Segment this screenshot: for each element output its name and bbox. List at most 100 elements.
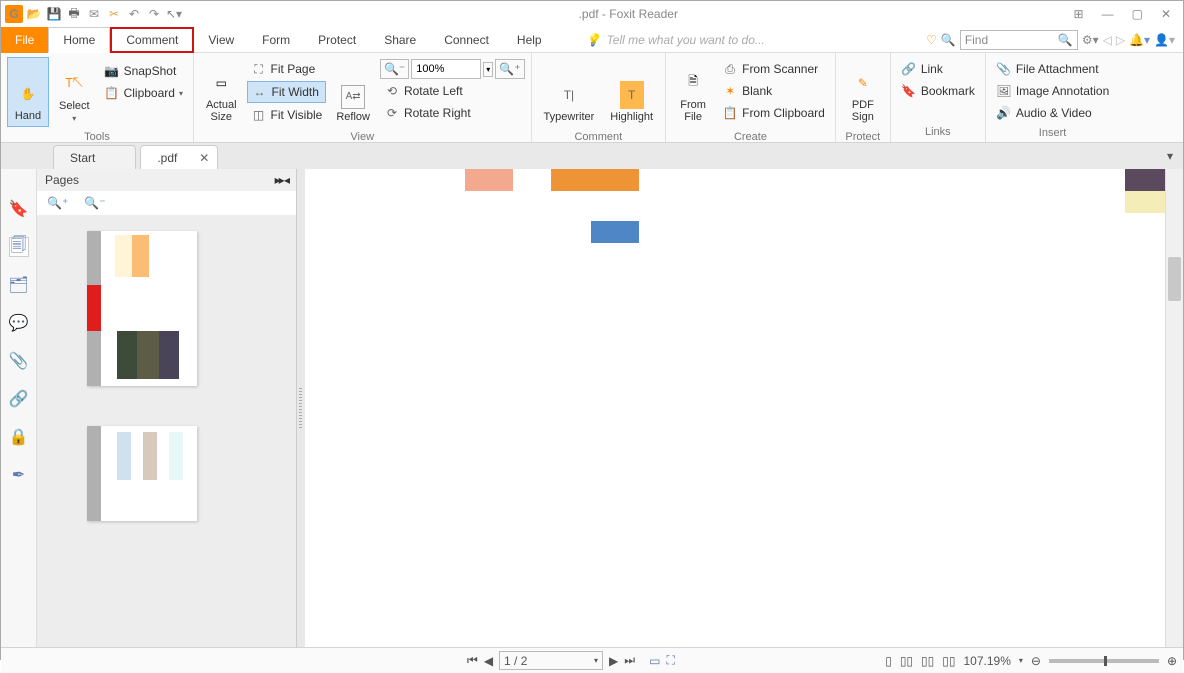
undo-icon[interactable]: ↶ [125,5,143,23]
rotate-left-button[interactable]: ⟲Rotate Left [380,81,525,101]
link-button[interactable]: 🔗Link [897,59,979,79]
find-input[interactable]: Find 🔍 [960,30,1078,50]
tab-form[interactable]: Form [248,27,304,53]
tab-file[interactable]: File [1,27,48,53]
page-thumbnail-1[interactable] [87,231,197,386]
zoom-slider-knob[interactable] [1104,656,1107,666]
image-annotation-button[interactable]: 🖼Image Annotation [992,81,1113,101]
comments-rail-icon[interactable]: 💬 [9,313,29,333]
zoom-in-icon[interactable]: 🔍⁺ [495,59,524,79]
connected-rail-icon[interactable]: 🔗 [9,389,29,409]
tab-document[interactable]: .pdf ✕ [140,145,218,169]
bookmark-button[interactable]: 🔖Bookmark [897,81,979,101]
clipboard-button[interactable]: 📋Clipboard▾ [100,83,187,103]
view-single-icon[interactable]: ▯ [885,654,892,668]
view-continuous-icon[interactable]: ▯▯ [900,654,913,668]
tab-help[interactable]: Help [503,27,556,53]
save-icon[interactable]: 💾 [45,5,63,23]
settings-icon[interactable]: ⚙▾ [1082,33,1099,47]
app-logo-icon[interactable]: G [5,5,23,23]
page-thumbnails[interactable] [37,215,296,647]
vertical-scrollbar[interactable] [1165,169,1183,647]
panel-splitter[interactable] [297,169,305,647]
view-facing-icon[interactable]: ▯▯ [921,654,934,668]
pdf-sign-button[interactable]: ✎ PDF Sign [842,57,884,127]
thumb-zoom-out-icon[interactable]: 🔍⁻ [84,196,105,210]
tab-start[interactable]: Start [53,145,136,169]
zoom-control[interactable]: 🔍⁻ ▾ 🔍⁺ [380,59,525,79]
tab-view[interactable]: View [194,27,248,53]
page-number-input[interactable]: 1 / 2▾ [499,651,603,670]
heart-icon[interactable]: ♡ [926,33,937,47]
audio-video-button[interactable]: 🔊Audio & Video [992,103,1113,123]
highlight-button[interactable]: T Highlight [604,57,659,127]
layers-rail-icon[interactable]: 🗂 [9,275,29,295]
zoom-in-button[interactable]: ⊕ [1167,654,1177,668]
first-page-icon[interactable]: ⏮ [467,653,478,668]
search-toggle-icon[interactable]: 🔍 [941,33,956,47]
actual-size-button[interactable]: ▭ Actual Size [200,57,243,127]
cursor-mode-icon[interactable]: ↖▾ [165,5,183,23]
tab-close-icon[interactable]: ✕ [199,151,209,165]
bookmarks-rail-icon[interactable]: 🔖 [9,199,29,219]
file-attachment-button[interactable]: 📎File Attachment [992,59,1113,79]
typewriter-button[interactable]: T| Typewriter [538,57,601,127]
from-file-button[interactable]: 🗎 From File [672,57,714,127]
snapshot-button[interactable]: 📷SnapShot [100,61,187,81]
tell-me-search[interactable]: 💡 Tell me what you want to do... [556,33,926,47]
nav-prev-icon[interactable]: ◁ [1103,33,1112,47]
panel-collapse-icon[interactable]: ▸▸ ◂ [275,173,288,187]
signatures-rail-icon[interactable]: ✒ [9,465,29,485]
snapshot-qat-icon[interactable]: ✂ [105,5,123,23]
scrollbar-thumb[interactable] [1168,257,1181,301]
search-icon[interactable]: 🔍 [1058,33,1073,47]
fit-page-button[interactable]: ⛶Fit Page [247,59,327,79]
from-clipboard-button[interactable]: 📋From Clipboard [718,103,829,123]
from-scanner-button[interactable]: ⎙From Scanner [718,59,829,79]
print-icon[interactable]: 🖶 [65,5,83,23]
zoom-percent-dropdown-icon[interactable]: ▾ [1019,656,1023,665]
zoom-out-button[interactable]: ⊖ [1031,654,1041,668]
tab-share[interactable]: Share [370,27,430,53]
thumb-zoom-in-icon[interactable]: 🔍⁺ [47,196,68,210]
zoom-dropdown-icon[interactable]: ▾ [483,62,493,77]
nav-next-icon[interactable]: ▷ [1116,33,1125,47]
fit-visible-button[interactable]: ◫Fit Visible [247,105,327,125]
notification-bell-icon[interactable]: 🔔▾ [1129,33,1150,47]
zoom-out-icon[interactable]: 🔍⁻ [380,59,409,79]
zoom-input[interactable] [411,59,481,79]
hand-tool-button[interactable]: ✋ Hand [7,57,49,127]
security-rail-icon[interactable]: 🔒 [9,427,29,447]
tab-home[interactable]: Home [48,27,110,53]
user-profile-icon[interactable]: 👤▾ [1154,33,1175,47]
zoom-slider[interactable] [1049,659,1159,663]
maximize-icon[interactable]: ▢ [1132,7,1143,21]
view-continuous-facing-icon[interactable]: ▯▯ [942,654,955,668]
fit-width-button[interactable]: ↔Fit Width [247,81,327,103]
pages-rail-icon[interactable]: 🗐 [9,237,29,257]
page-thumbnail-2[interactable] [87,426,197,521]
open-icon[interactable]: 📂 [25,5,43,23]
rotate-right-button[interactable]: ⟳Rotate Right [380,103,525,123]
last-page-icon[interactable]: ⏭ [624,653,635,668]
tab-overflow-icon[interactable]: ▾ [1167,149,1173,163]
reflow-button[interactable]: A⇄ Reflow [330,57,376,127]
page-dropdown-icon[interactable]: ▾ [594,656,598,665]
close-icon[interactable]: ✕ [1161,7,1171,21]
attachments-rail-icon[interactable]: 📎 [9,351,29,371]
next-page-icon[interactable]: ▶ [609,654,618,668]
minimize-icon[interactable]: — [1102,7,1114,21]
prev-page-icon[interactable]: ◀ [484,654,493,668]
redo-icon[interactable]: ↷ [145,5,163,23]
select-tool-button[interactable]: Ꭲ↖ Select ▾ [53,57,96,127]
tab-connect[interactable]: Connect [430,27,503,53]
ribbon-toggle-icon[interactable]: ⊞ [1074,7,1084,21]
email-icon[interactable]: ✉ [85,5,103,23]
document-view[interactable] [305,169,1165,647]
reading-mode-icon[interactable]: ▭ [649,654,660,668]
tab-comment[interactable]: Comment [110,27,194,53]
full-screen-icon[interactable]: ⛶ [666,653,674,668]
blank-button[interactable]: ✶Blank [718,81,829,101]
tab-protect[interactable]: Protect [304,27,370,53]
status-bar: ⏮ ◀ 1 / 2▾ ▶ ⏭ ▭ ⛶ ▯ ▯▯ ▯▯ ▯▯ 107.19% ▾ … [1,647,1183,673]
